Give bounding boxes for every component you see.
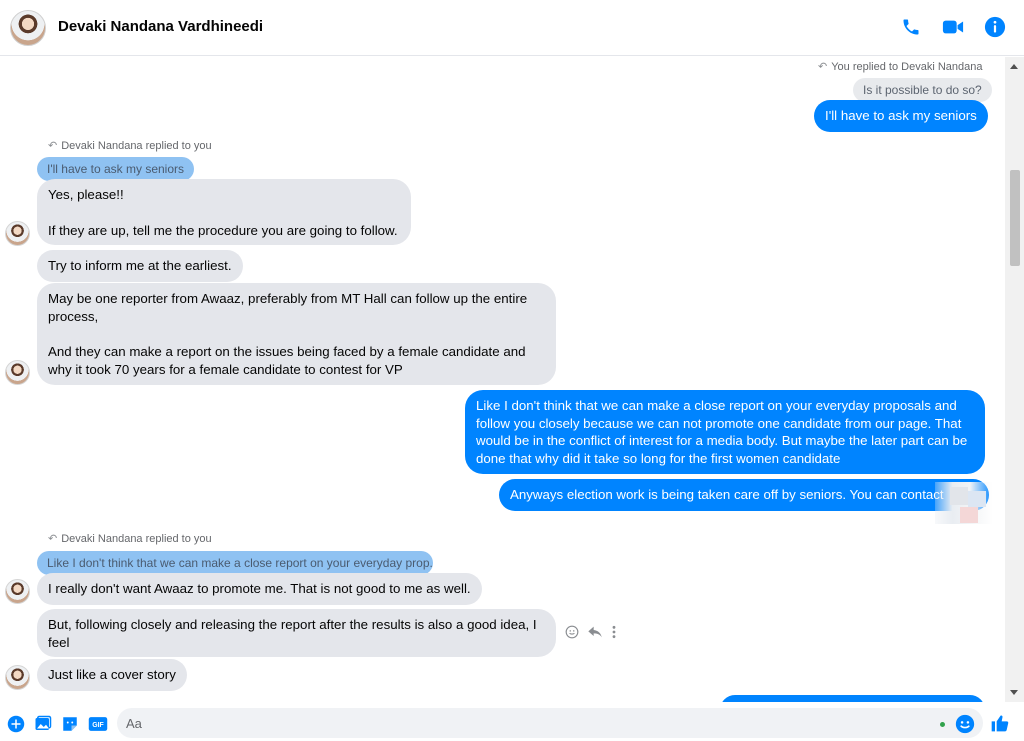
contact-avatar[interactable]	[10, 10, 46, 46]
incoming-message[interactable]: I really don't want Awaaz to promote me.…	[37, 573, 482, 605]
scroll-down-arrow-icon[interactable]	[1010, 690, 1018, 695]
message-composer: GIF	[0, 703, 1024, 741]
contact-avatar[interactable]	[5, 579, 30, 604]
message-text: And they can make a report on the issues…	[48, 344, 526, 377]
outgoing-message[interactable]: Like I don't think that we can make a cl…	[465, 390, 985, 474]
scrollbar[interactable]	[1005, 57, 1024, 702]
more-options-icon[interactable]	[611, 625, 617, 642]
outgoing-message[interactable]	[720, 695, 985, 702]
message-text: Yes, please!!	[48, 187, 124, 202]
quoted-message[interactable]: Is it possible to do so?	[853, 78, 992, 102]
redacted-block	[968, 491, 986, 507]
react-emoji-icon[interactable]	[565, 625, 579, 642]
thumbs-up-icon[interactable]	[990, 713, 1010, 733]
reply-arrow-icon: ↶	[48, 140, 58, 152]
incoming-message[interactable]: But, following closely and releasing the…	[37, 609, 556, 657]
outgoing-message[interactable]: Anyways election work is being taken car…	[499, 479, 989, 511]
reply-icon[interactable]	[587, 625, 603, 642]
photo-icon[interactable]	[33, 714, 53, 734]
incoming-message[interactable]: May be one reporter from Awaaz, preferab…	[37, 283, 556, 385]
reply-arrow-icon: ↶	[818, 61, 828, 73]
video-camera-icon[interactable]	[940, 14, 966, 40]
contact-avatar[interactable]	[5, 360, 30, 385]
message-input[interactable]	[117, 708, 917, 738]
contact-avatar[interactable]	[5, 221, 30, 246]
message-text: If they are up, tell me the procedure yo…	[48, 222, 398, 238]
plus-icon[interactable]	[6, 714, 26, 734]
gif-label: GIF	[92, 722, 104, 729]
phone-icon[interactable]	[898, 14, 924, 40]
reply-indicator-text: You replied to Devaki Nandana	[831, 60, 983, 73]
quoted-message[interactable]: Like I don't think that we can make a cl…	[37, 551, 433, 575]
message-actions	[565, 625, 617, 642]
contact-name[interactable]: Devaki Nandana Vardhineedi	[58, 18, 263, 35]
reply-indicator: ↶ Devaki Nandana replied to you	[48, 139, 212, 153]
online-indicator	[940, 722, 945, 727]
chat-header: Devaki Nandana Vardhineedi	[0, 0, 1024, 56]
incoming-message[interactable]: Yes, please!! If they are up, tell me th…	[37, 179, 411, 245]
reply-indicator-text: Devaki Nandana replied to you	[61, 532, 212, 545]
redacted-block	[960, 507, 978, 523]
reply-indicator-text: Devaki Nandana replied to you	[61, 139, 212, 152]
sticker-icon[interactable]	[60, 714, 80, 734]
gif-icon[interactable]: GIF	[87, 714, 109, 734]
scrollbar-thumb[interactable]	[1010, 170, 1020, 266]
info-icon[interactable]	[982, 14, 1008, 40]
contact-avatar[interactable]	[5, 665, 30, 690]
outgoing-message[interactable]: I'll have to ask my seniors	[814, 100, 988, 132]
incoming-message[interactable]: Just like a cover story	[37, 659, 187, 691]
quoted-message[interactable]: I'll have to ask my seniors	[37, 157, 195, 181]
reply-arrow-icon: ↶	[48, 533, 58, 545]
scroll-up-arrow-icon[interactable]	[1010, 64, 1018, 69]
message-text: May be one reporter from Awaaz, preferab…	[48, 291, 528, 324]
message-thread[interactable]: ↶ You replied to Devaki Nandana Is it po…	[0, 57, 1005, 702]
reply-indicator: ↶ Devaki Nandana replied to you	[48, 532, 212, 546]
message-input-container[interactable]	[117, 708, 983, 738]
emoji-icon[interactable]	[955, 714, 975, 734]
reply-indicator: ↶ You replied to Devaki Nandana	[818, 60, 983, 74]
header-actions	[898, 14, 1008, 40]
redacted-block	[950, 487, 968, 505]
incoming-message[interactable]: Try to inform me at the earliest.	[37, 250, 243, 282]
